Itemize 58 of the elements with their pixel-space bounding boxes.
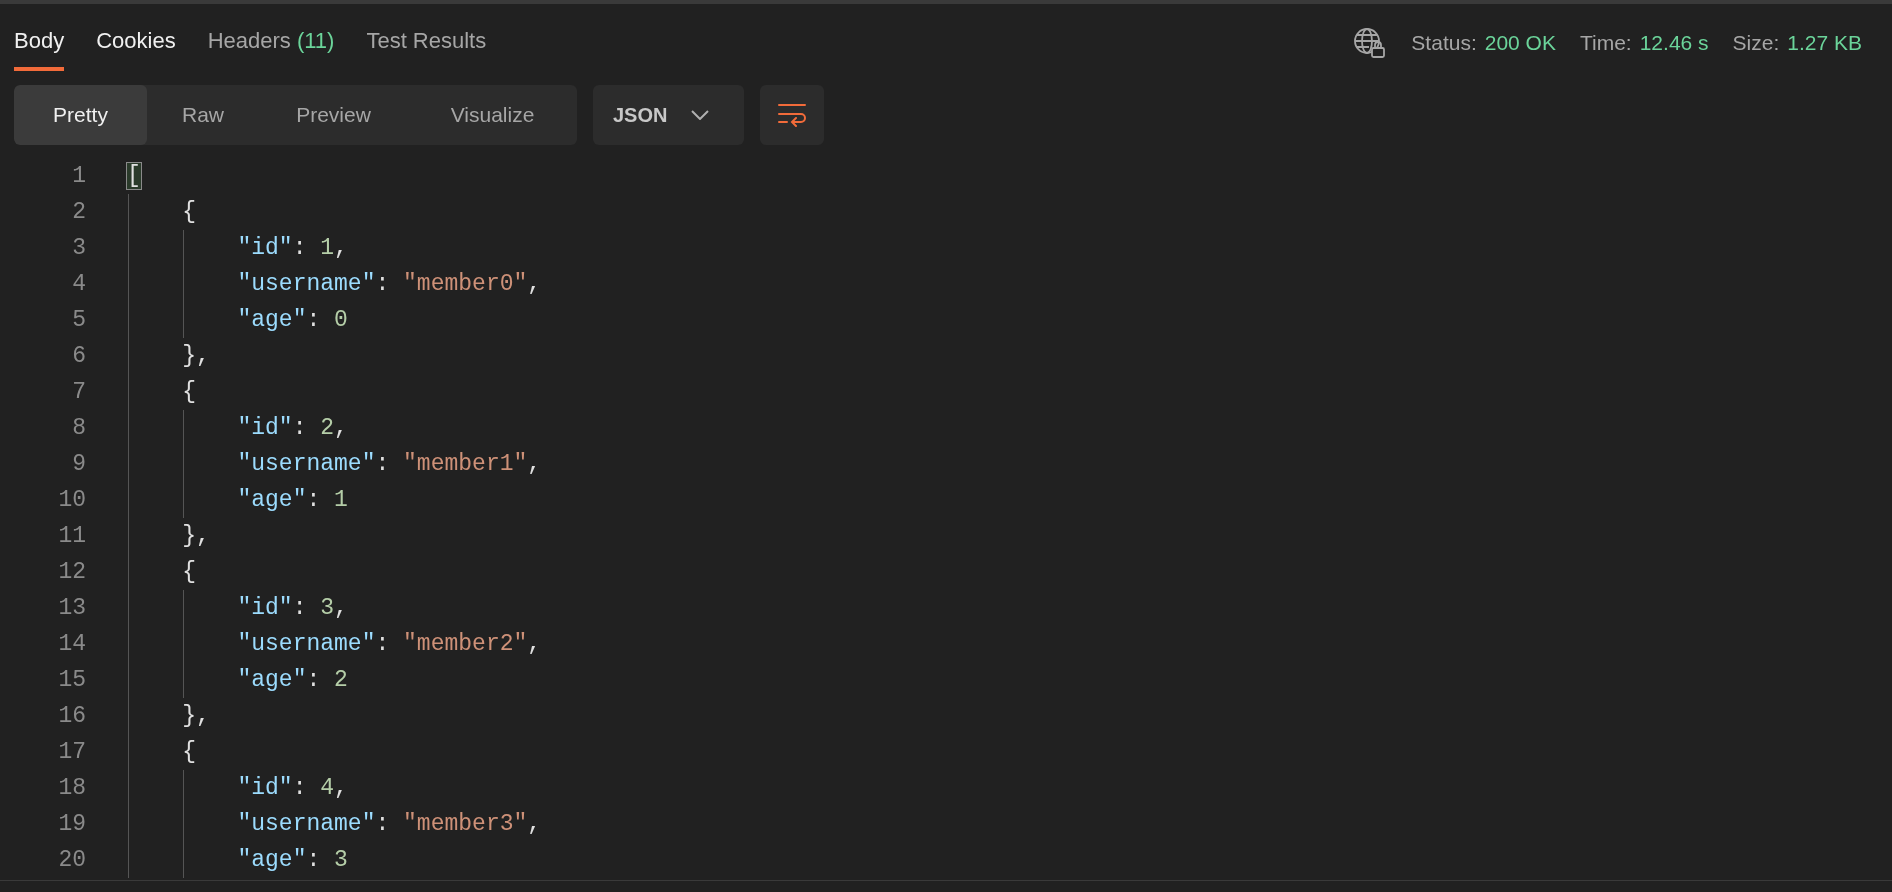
line-number: 14	[57, 629, 86, 659]
view-mode-tab[interactable]: Preview	[259, 85, 408, 145]
code-line: {	[181, 377, 196, 407]
line-number: 13	[57, 593, 86, 623]
code-line: "age": 2	[236, 665, 348, 695]
line-number: 17	[57, 737, 86, 767]
code-line: "username": "member3",	[236, 809, 542, 839]
code-line: },	[181, 701, 210, 731]
wrap-lines-icon	[777, 103, 807, 127]
code-line: {	[181, 737, 196, 767]
line-number: 18	[57, 773, 86, 803]
meta-label: Status:	[1411, 30, 1477, 57]
line-number: 10	[57, 485, 86, 515]
code-line: },	[181, 341, 210, 371]
code-line: "age": 0	[236, 305, 348, 335]
view-mode-tab[interactable]: Raw	[147, 85, 259, 145]
line-number: 1	[71, 161, 86, 191]
code-line: {	[181, 557, 196, 587]
meta-label: Size:	[1732, 30, 1780, 57]
format-dropdown[interactable]: JSON	[593, 85, 744, 145]
code-line: "id": 3,	[236, 593, 348, 623]
meta-label: Time:	[1579, 30, 1632, 57]
line-number: 5	[71, 305, 86, 335]
code-line: },	[181, 521, 210, 551]
line-number: 9	[71, 449, 86, 479]
wrap-lines-button[interactable]	[760, 85, 824, 145]
code-line: {	[181, 197, 196, 227]
line-number: 6	[71, 341, 86, 371]
meta-value: 200 OK	[1484, 30, 1556, 57]
globe-lock-icon[interactable]	[1353, 27, 1388, 59]
view-mode-tab[interactable]: Visualize	[408, 85, 577, 145]
code-line: "username": "member1",	[236, 449, 542, 479]
line-number: 20	[57, 845, 86, 875]
line-number: 15	[57, 665, 86, 695]
line-number: 16	[57, 701, 86, 731]
code-line: "id": 1,	[236, 233, 348, 263]
line-number: 19	[57, 809, 86, 839]
code-line: "id": 2,	[236, 413, 348, 443]
line-number: 4	[71, 269, 86, 299]
code-line: "username": "member2",	[236, 629, 542, 659]
view-mode-tab[interactable]: Pretty	[14, 85, 147, 145]
response-tab[interactable]: Headers (11)	[207, 24, 335, 71]
line-number: 12	[57, 557, 86, 587]
code-line: "age": 3	[236, 845, 348, 875]
code-line: "username": "member0",	[236, 269, 542, 299]
line-number: 2	[71, 197, 86, 227]
response-tab[interactable]: Cookies	[96, 24, 176, 71]
line-number: 7	[71, 377, 86, 407]
line-number: 8	[71, 413, 86, 443]
meta-value: 1.27 KB	[1787, 30, 1862, 57]
code-line: "age": 1	[236, 485, 348, 515]
chevron-down-icon	[691, 110, 710, 120]
response-tab[interactable]: Body	[14, 24, 65, 71]
meta-value: 12.46 s	[1639, 30, 1709, 57]
response-tab[interactable]: Test Results	[366, 24, 487, 71]
line-number: 3	[71, 233, 86, 263]
line-number: 11	[57, 521, 86, 551]
code-line: "id": 4,	[236, 773, 348, 803]
